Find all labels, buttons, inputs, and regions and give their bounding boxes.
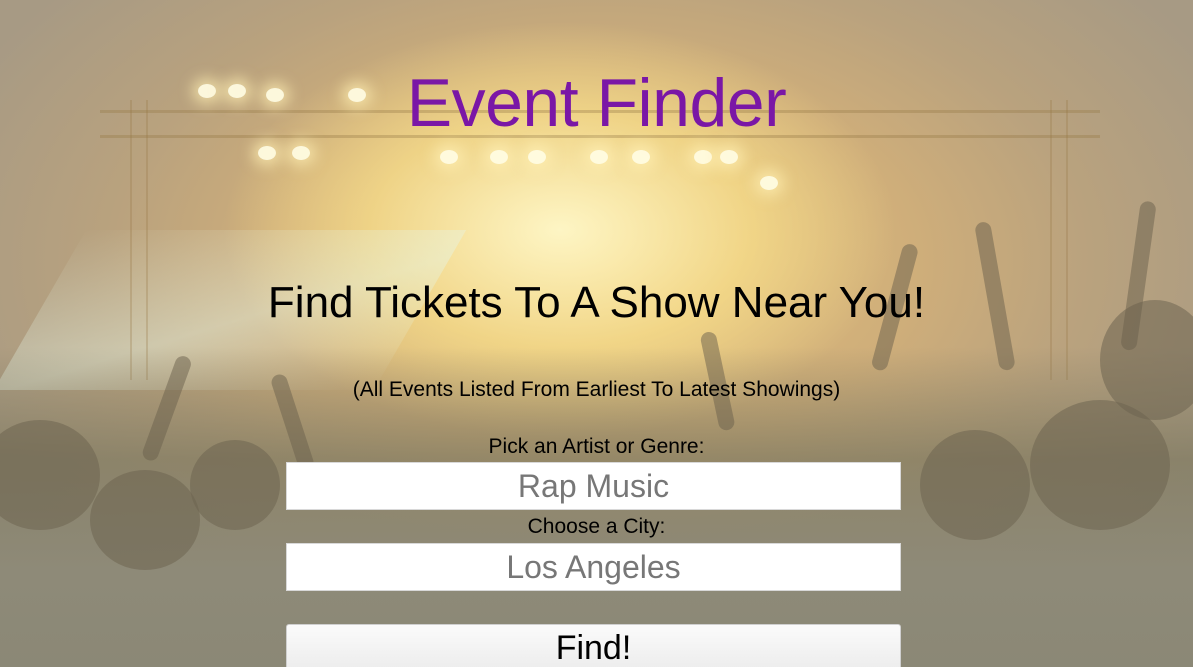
city-input[interactable] <box>286 543 901 591</box>
artist-genre-input[interactable] <box>286 462 901 510</box>
find-button[interactable]: Find! <box>286 624 901 667</box>
page-title: Event Finder <box>406 65 787 141</box>
artist-genre-label: Pick an Artist or Genre: <box>488 435 705 458</box>
city-label: Choose a City: <box>527 515 666 538</box>
hero-headline: Find Tickets To A Show Near You! <box>267 278 926 327</box>
page-content: Event Finder Find Tickets To A Show Near… <box>0 0 1193 667</box>
hero-subline: (All Events Listed From Earliest To Late… <box>352 378 841 401</box>
